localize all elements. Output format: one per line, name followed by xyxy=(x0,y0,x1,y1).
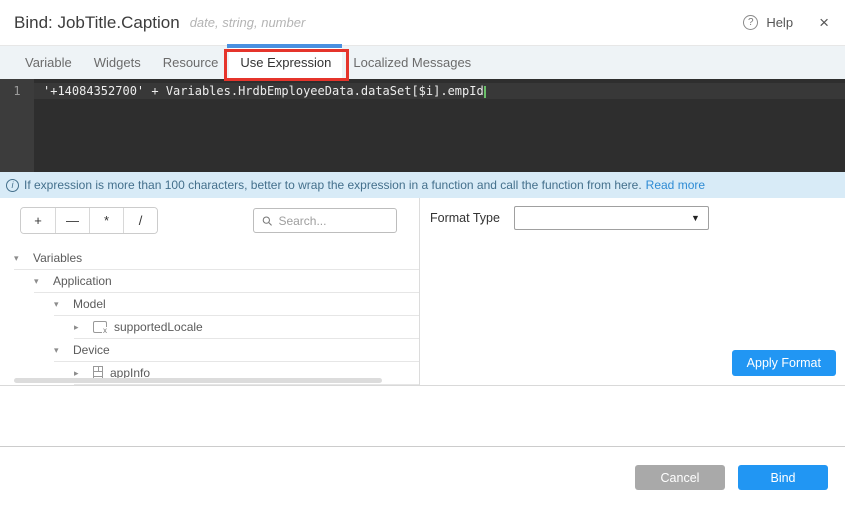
array-icon xyxy=(93,321,107,333)
horizontal-scrollbar[interactable] xyxy=(14,378,382,383)
text-cursor xyxy=(484,86,486,98)
read-more-link[interactable]: Read more xyxy=(646,178,705,192)
tab-localized-messages[interactable]: Localized Messages xyxy=(342,46,482,79)
tree-item-label: Device xyxy=(73,343,110,357)
chevron-right-icon[interactable]: ▸ xyxy=(74,368,84,379)
content-area: + — * / ▾ Variables xyxy=(0,198,845,386)
search-icon xyxy=(262,215,272,227)
tree-item-variables[interactable]: ▾ Variables xyxy=(14,247,419,270)
line-number: 1 xyxy=(13,84,20,98)
empty-section xyxy=(0,386,845,446)
dialog-header: Bind: JobTitle.Caption date, string, num… xyxy=(0,0,845,46)
tree-item-device[interactable]: ▾ Device xyxy=(54,339,419,362)
tab-use-expression-label: Use Expression xyxy=(240,55,331,70)
chevron-down-icon[interactable]: ▾ xyxy=(34,276,44,287)
format-type-row: Format Type ▼ xyxy=(420,206,845,230)
tree-item-label: supportedLocale xyxy=(114,320,203,334)
help-link[interactable]: Help xyxy=(766,15,793,30)
divide-operator-button[interactable]: / xyxy=(123,208,157,233)
tab-variable-label: Variable xyxy=(25,55,72,70)
format-type-select[interactable]: ▼ xyxy=(514,206,709,230)
tab-use-expression[interactable]: Use Expression xyxy=(229,46,342,79)
variables-panel: + — * / ▾ Variables xyxy=(0,198,420,385)
help-icon[interactable]: ? xyxy=(743,15,758,30)
tab-resource-label: Resource xyxy=(163,55,219,70)
tab-widgets-label: Widgets xyxy=(94,55,141,70)
dialog-subtitle: date, string, number xyxy=(190,15,306,30)
tree-item-model[interactable]: ▾ Model xyxy=(54,293,419,316)
search-box[interactable] xyxy=(253,208,397,233)
chevron-down-icon[interactable]: ▾ xyxy=(54,299,64,310)
expression-code: '+14084352700' + Variables.HrdbEmployeeD… xyxy=(43,84,484,98)
tab-resource[interactable]: Resource xyxy=(152,46,230,79)
plus-operator-button[interactable]: + xyxy=(21,208,55,233)
tree-item-label: Variables xyxy=(33,251,82,265)
tree-item-label: Model xyxy=(73,297,106,311)
multiply-operator-button[interactable]: * xyxy=(89,208,123,233)
variables-tree: ▾ Variables ▾ Application ▾ Model ▸ supp… xyxy=(0,247,419,385)
chevron-right-icon[interactable]: ▸ xyxy=(74,322,84,333)
tree-item-application[interactable]: ▾ Application xyxy=(34,270,419,293)
close-icon[interactable]: × xyxy=(819,14,829,31)
dialog-footer: Cancel Bind xyxy=(0,446,845,506)
chevron-down-icon[interactable]: ▾ xyxy=(14,253,24,264)
header-actions: ? Help × xyxy=(743,14,829,31)
tab-bar: Variable Widgets Resource Use Expression… xyxy=(0,46,845,79)
bind-dialog: Bind: JobTitle.Caption date, string, num… xyxy=(0,0,845,506)
tab-widgets[interactable]: Widgets xyxy=(83,46,152,79)
chevron-down-icon[interactable]: ▾ xyxy=(54,345,64,356)
info-bar: i If expression is more than 100 charact… xyxy=(0,172,845,198)
cancel-button[interactable]: Cancel xyxy=(635,465,725,490)
format-panel: Format Type ▼ Apply Format xyxy=(420,198,845,385)
editor-active-line[interactable]: '+14084352700' + Variables.HrdbEmployeeD… xyxy=(34,83,845,99)
operator-button-group: + — * / xyxy=(20,207,158,234)
editor-gutter: 1 xyxy=(0,79,34,172)
expression-editor[interactable]: 1 '+14084352700' + Variables.HrdbEmploye… xyxy=(0,79,845,172)
tab-variable[interactable]: Variable xyxy=(14,46,83,79)
expression-toolbar: + — * / xyxy=(0,207,419,234)
tree-item-label: Application xyxy=(53,274,112,288)
info-icon: i xyxy=(6,179,19,192)
minus-operator-button[interactable]: — xyxy=(55,208,89,233)
dialog-title: Bind: JobTitle.Caption xyxy=(14,13,180,33)
tree-item-supportedlocale[interactable]: ▸ supportedLocale xyxy=(74,316,419,339)
tab-localized-messages-label: Localized Messages xyxy=(353,55,471,70)
bind-button[interactable]: Bind xyxy=(738,465,828,490)
active-tab-indicator xyxy=(227,44,342,48)
format-type-label: Format Type xyxy=(430,211,500,225)
info-message: If expression is more than 100 character… xyxy=(24,178,642,192)
apply-format-button[interactable]: Apply Format xyxy=(732,350,836,376)
dropdown-arrow-icon: ▼ xyxy=(691,213,700,223)
editor-code-area[interactable]: '+14084352700' + Variables.HrdbEmployeeD… xyxy=(34,79,845,172)
search-input[interactable] xyxy=(278,214,388,228)
